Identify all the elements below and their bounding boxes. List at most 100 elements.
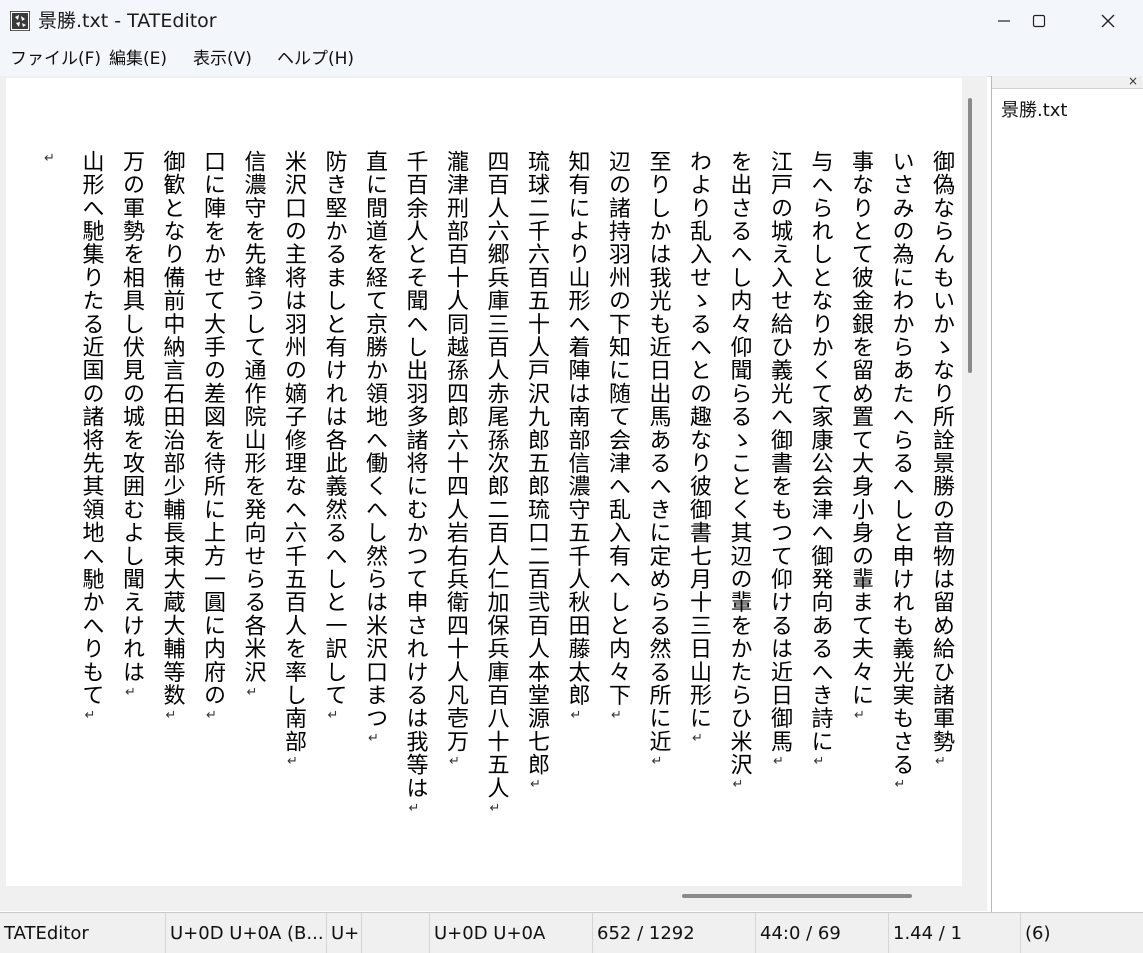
text-line: 千百余人とそ聞へし出羽多諸将にむかつて申されけるは我等は (402, 150, 428, 800)
return-mark-icon: ↵ (853, 707, 867, 723)
return-mark-icon: ↵ (205, 707, 219, 723)
text-column[interactable]: 万の軍勢を相具し伏見の城を攻囲むよし聞えけれは↵ (116, 150, 146, 699)
title-bar: 景勝.txt - TATEditor (0, 0, 1143, 42)
status-count: (6) (1025, 922, 1051, 944)
text-line: 与へられしとなりかくて家康公会津へ御発向あるへき詩に (807, 150, 833, 754)
text-column[interactable]: 御歓となり備前中納言石田治部少輔長束大蔵大輔等数↵ (157, 150, 187, 722)
text-column[interactable]: ↵ (35, 150, 65, 165)
text-line: 瀧津刑部百十人同越孫四郎六十四人岩右兵衛四十人凡壱万 (443, 150, 468, 754)
text-line: 万の軍勢を相具し伏見の城を攻囲むよし聞えけれは (119, 150, 144, 684)
return-mark-icon: ↵ (84, 707, 97, 723)
return-mark-icon: ↵ (691, 731, 705, 746)
return-mark-icon: ↵ (286, 754, 300, 770)
text-column[interactable]: 米沢口の主将は羽州の嫡子修理なへ六千五百人を率し南部↵ (278, 150, 308, 768)
text-column[interactable]: 知有により山形へ着陣は南部信濃守五千人秋田藤太郎↵ (562, 150, 592, 722)
text-line: わより乱入せゝるへとの趣なり彼御書七月十三日山形に (686, 150, 711, 730)
text-column[interactable]: 口に陣をかせて大手の差図を待所に上方一圓に内府の↵ (197, 150, 227, 722)
text-line: 信濃守を先鋒うして通作院山形を発向せらる各米沢 (240, 150, 266, 684)
panel-close-icon[interactable]: × (1128, 74, 1138, 88)
horizontal-scrollbar-thumb[interactable] (682, 894, 912, 898)
menu-bar: ファイル(F) 編集(E) 表示(V) ヘルプ(H) (0, 42, 1143, 77)
return-mark-icon: ↵ (894, 777, 907, 793)
text-column[interactable]: 御偽ならんもいかゝなり所詮景勝の音物は留め給ひ諸軍勢↵ (926, 150, 956, 768)
vertical-scrollbar[interactable] (962, 78, 987, 911)
text-line: 直に間道を経て京勝か領地へ働くへし然らは米沢口まつ (362, 150, 387, 730)
status-app-name: TATEditor (0, 913, 166, 953)
status-bar: TATEditor U+0D U+0A (B... U+ U+0D U+0A 6… (0, 912, 1143, 953)
text-column[interactable]: 江戸の城え入せ給ひ義光へ御書をもつて仰けるは近日御馬↵ (764, 150, 794, 768)
text-column[interactable]: 防き堅かるましと有けれは各此義然るへしと一訳して↵ (319, 150, 349, 722)
text-line: 米沢口の主将は羽州の嫡子修理なへ六千五百人を率し南部 (281, 150, 306, 754)
text-line: 事なりとて彼金銀を留め置て大身小身の輩まて夫々に (848, 150, 873, 707)
close-icon (1101, 14, 1115, 28)
file-list-panel: × 景勝.txt (991, 74, 1143, 912)
text-column[interactable]: 信濃守を先鋒うして通作院山形を発向せらる各米沢↵ (238, 150, 268, 699)
text-line: 御歓となり備前中納言石田治部少輔長束大蔵大輔等数 (159, 150, 185, 707)
return-mark-icon: ↵ (246, 684, 259, 700)
status-ratio: 1.44 / 1 (889, 913, 1021, 953)
return-mark-icon: ↵ (489, 800, 502, 816)
return-mark-icon: ↵ (124, 684, 138, 700)
text-line: 至りしかは我光も近日出馬あるへきに定めらる然る所に近 (645, 150, 671, 754)
return-mark-icon: ↵ (165, 707, 178, 723)
maximize-icon (1032, 14, 1046, 28)
return-mark-icon: ↵ (448, 754, 462, 770)
text-column[interactable]: 山形へ馳集りたる近国の諸将先其領地へ馳かへりもて↵ (76, 150, 106, 722)
return-mark-icon: ↵ (327, 707, 340, 723)
text-column[interactable]: 千百余人とそ聞へし出羽多諸将にむかつて申されけるは我等は↵ (400, 150, 430, 815)
text-column[interactable]: いさみの為にわからあたへらるへしと申けれも義光実もさる↵ (886, 150, 916, 791)
return-mark-icon: ↵ (651, 754, 664, 770)
text-line: 口に陣をかせて大手の差図を待所に上方一圓に内府の (200, 150, 225, 707)
menu-help[interactable]: ヘルプ(H) (277, 48, 354, 70)
menu-edit[interactable]: 編集(E) (109, 48, 167, 70)
text-column[interactable]: 至りしかは我光も近日出馬あるへきに定めらる然る所に近↵ (643, 150, 673, 768)
text-line: 辺の諸持羽州の下知に随て会津へ乱入有へしと内々下 (605, 150, 630, 707)
return-mark-icon: ↵ (610, 707, 624, 723)
panel-header: × (992, 74, 1143, 89)
text-column[interactable]: 事なりとて彼金銀を留め置て大身小身の輩まて夫々に↵ (845, 150, 875, 722)
horizontal-scrollbar[interactable] (0, 888, 962, 911)
return-mark-icon: ↵ (367, 731, 381, 746)
editor-frame: 御偽ならんもいかゝなり所詮景勝の音物は留め給ひ諸軍勢↵ いさみの為にわからあたへら… (0, 76, 987, 911)
text-line: 防き堅かるましと有けれは各此義然るへしと一訳して (321, 150, 347, 707)
return-mark-icon: ↵ (43, 151, 57, 166)
text-line: いさみの為にわからあたへらるへしと申けれも義光実もさる (888, 150, 914, 777)
window-title: 景勝.txt - TATEditor (38, 10, 217, 32)
return-mark-icon: ↵ (813, 754, 826, 770)
status-line-col: 44:0 / 69 (756, 913, 889, 953)
text-line: 知有により山形へ着陣は南部信濃守五千人秋田藤太郎 (564, 150, 590, 707)
text-column[interactable]: 瀧津刑部百十人同越孫四郎六十四人岩右兵衛四十人凡壱万↵ (440, 150, 470, 768)
status-position: 652 / 1292 (593, 913, 756, 953)
status-char-description: U+0D U+0A (B... (166, 913, 327, 953)
vertical-scrollbar-thumb[interactable] (968, 98, 972, 373)
return-mark-icon: ↵ (732, 777, 745, 793)
text-line: 御偽ならんもいかゝなり所詮景勝の音物は留め給ひ諸軍勢 (929, 150, 954, 754)
close-button[interactable] (1074, 0, 1142, 42)
app-icon[interactable] (9, 10, 31, 32)
text-column[interactable]: わより乱入せゝるへとの趣なり彼御書七月十三日山形に↵ (683, 150, 713, 745)
text-line: 琉球二千六百五十人戸沢九郎五郎琉口二百弐百人本堂源七郎 (524, 150, 549, 777)
text-column[interactable]: 直に間道を経て京勝か領地へ働くへし然らは米沢口まつ↵ (359, 150, 389, 745)
return-mark-icon: ↵ (408, 800, 421, 816)
menu-file[interactable]: ファイル(F) (10, 48, 101, 70)
maximize-button[interactable] (1005, 0, 1073, 42)
text-column[interactable]: 四百人六郷兵庫三百人赤尾孫次郎二百人仁加保兵庫百八十五人↵ (481, 150, 511, 815)
status-unicode-short: U+ (327, 913, 362, 953)
text-line: 四百人六郷兵庫三百人赤尾孫次郎二百人仁加保兵庫百八十五人 (483, 150, 509, 800)
text-column[interactable]: 与へられしとなりかくて家康公会津へ御発向あるへき詩に↵ (805, 150, 835, 768)
file-list-item[interactable]: 景勝.txt (1001, 99, 1068, 123)
status-char-codes: U+0D U+0A (430, 913, 593, 953)
return-mark-icon: ↵ (772, 754, 786, 770)
menu-view[interactable]: 表示(V) (193, 48, 252, 70)
text-line: を出さるへし内々仰聞らるゝことく其辺の輩をかたらひ米沢 (726, 150, 752, 777)
vertical-text-editor[interactable]: 御偽ならんもいかゝなり所詮景勝の音物は留め給ひ諸軍勢↵ いさみの為にわからあたへら… (6, 78, 962, 886)
return-mark-icon: ↵ (570, 707, 583, 723)
return-mark-icon: ↵ (934, 754, 948, 770)
text-line: 江戸の城え入せ給ひ義光へ御書をもつて仰けるは近日御馬 (767, 150, 792, 754)
text-column[interactable]: を出さるへし内々仰聞らるゝことく其辺の輩をかたらひ米沢↵ (724, 150, 754, 791)
text-column[interactable]: 辺の諸持羽州の下知に随て会津へ乱入有へしと内々下↵ (602, 150, 632, 722)
return-mark-icon: ↵ (529, 777, 543, 793)
status-blank (362, 913, 430, 953)
text-line: 山形へ馳集りたる近国の諸将先其領地へ馳かへりもて (78, 150, 104, 707)
text-column[interactable]: 琉球二千六百五十人戸沢九郎五郎琉口二百弐百人本堂源七郎↵ (521, 150, 551, 791)
